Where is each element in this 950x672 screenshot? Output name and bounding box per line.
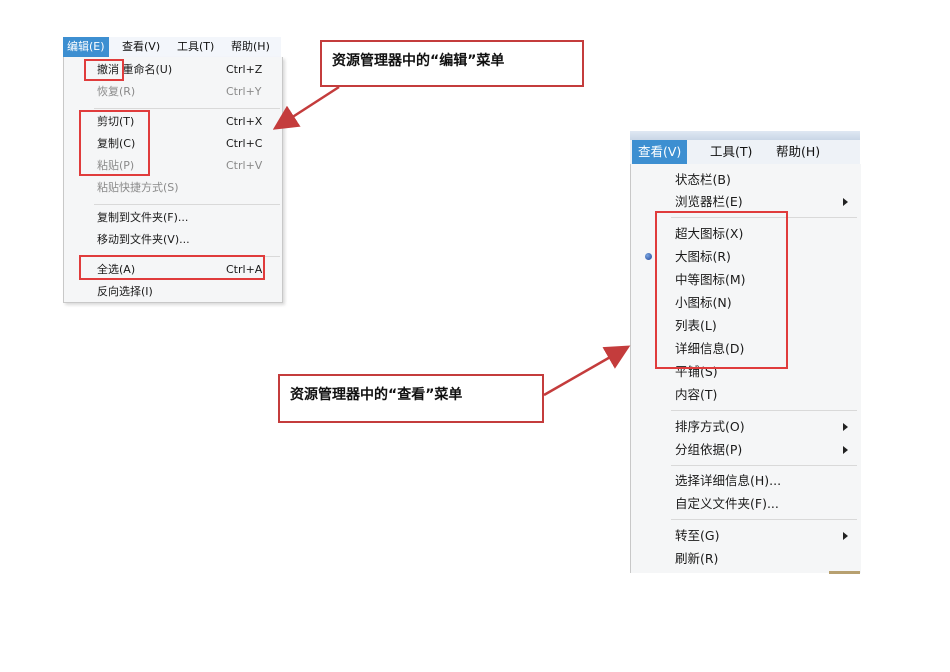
arrow-to-edit-menu	[272, 85, 340, 130]
callout-arrows	[272, 85, 631, 397]
arrow-to-view-menu	[543, 345, 631, 397]
